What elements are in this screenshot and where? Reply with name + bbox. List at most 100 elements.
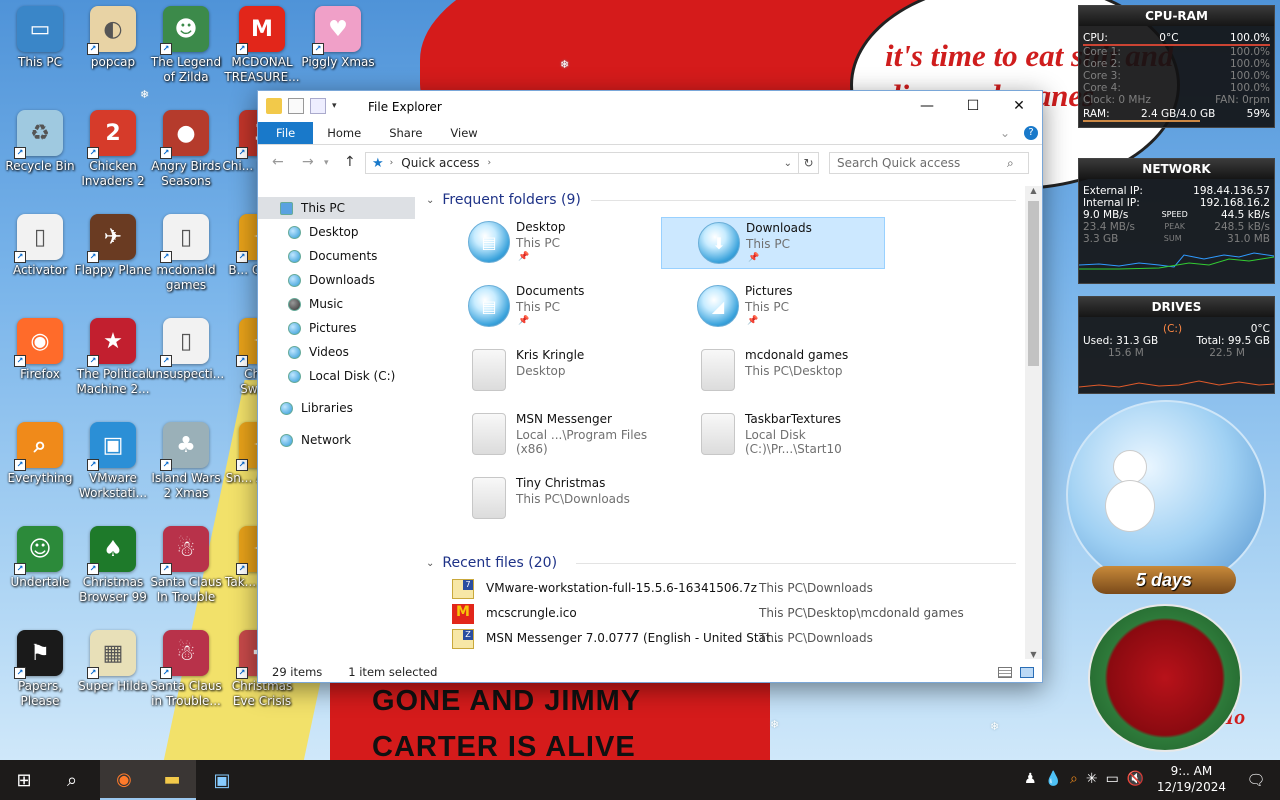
desktop-icon-26[interactable]: ▦ ↗ Super Hilda <box>73 624 153 716</box>
breadcrumb-separator: › <box>389 158 394 168</box>
nav-item-desktop[interactable]: Desktop <box>258 221 415 243</box>
this-pc-icon <box>280 201 293 215</box>
folder-tile[interactable]: ⬇ Downloads This PC 📌 <box>661 217 885 269</box>
desktop-icon-2[interactable]: ☻ ↗ The Legend of Zilda <box>146 0 226 92</box>
taskbar-clock[interactable]: 9:.. AM 12/19/2024 <box>1157 763 1226 795</box>
countdown-banner: 5 days <box>1092 566 1236 594</box>
water-drop-icon[interactable]: 💧 <box>1045 771 1062 787</box>
search-button[interactable]: ⌕ <box>48 760 96 800</box>
scrollbar-thumb[interactable] <box>1028 201 1039 366</box>
back-button[interactable]: ← <box>272 154 284 170</box>
network-icon[interactable]: ▭ <box>1106 771 1119 787</box>
nav-item-network[interactable]: Network <box>258 429 415 451</box>
desktop-icon-7[interactable]: ● ↗ Angry Birds Seasons <box>146 104 226 196</box>
desktop-icon-5[interactable]: ♻ ↗ Recycle Bin <box>0 104 80 196</box>
taskbar-app[interactable]: ▣ <box>198 760 246 800</box>
desktop-icon-22[interactable]: ♠ ↗ Christmas Browser 99 <box>73 520 153 612</box>
pictures-icon <box>288 321 301 335</box>
desktop-icon-17[interactable]: ⌕ ↗ Everything <box>0 416 80 508</box>
wallpaper-shirt-text: GONE AND JIMMY CARTER IS ALIVE <box>372 678 641 770</box>
help-icon[interactable]: ? <box>1024 126 1038 140</box>
desktop-icon-25[interactable]: ⚑ ↗ Papers, Please <box>0 624 80 716</box>
desktop-icon-4[interactable]: ♥ ↗ Piggly Xmas <box>298 0 378 92</box>
nav-item-pictures[interactable]: Pictures <box>258 317 415 339</box>
volume-muted-icon[interactable]: 🔇 <box>1127 771 1144 787</box>
scroll-down-icon[interactable]: ▼ <box>1025 650 1042 659</box>
recent-locations-icon[interactable]: ▾ <box>324 158 329 168</box>
folder-tile[interactable]: ▤ Documents This PC 📌 <box>432 281 656 333</box>
nav-item-downloads[interactable]: Downloads <box>258 269 415 291</box>
scroll-up-icon[interactable]: ▲ <box>1025 186 1042 200</box>
nav-item-music[interactable]: Music <box>258 293 415 315</box>
desktop-icon-23[interactable]: ☃ ↗ Santa Claus In Trouble <box>146 520 226 612</box>
folder-tile[interactable]: TaskbarTextures Local Disk (C:)\Pr...\Sta… <box>661 409 885 461</box>
folder-tile[interactable]: Kris Kringle Desktop <box>432 345 656 397</box>
tab-home[interactable]: Home <box>313 122 375 144</box>
recent-file-row[interactable]: 7 VMware-workstation-full-15.5.6-16341506… <box>448 576 1008 600</box>
core-percent: 100.0% <box>1229 70 1270 82</box>
desktop-icon-11[interactable]: ▯ ↗ mcdonald games <box>146 208 226 300</box>
nav-item-documents[interactable]: Documents <box>258 245 415 267</box>
nav-item-videos[interactable]: Videos <box>258 341 415 363</box>
desktop-icon-14[interactable]: ★ ↗ The Political Machine 2... <box>73 312 153 404</box>
undertale-icon: ☺ ↗ <box>14 526 63 575</box>
local-disk-icon <box>288 369 301 383</box>
breadcrumb[interactable]: Quick access <box>401 156 479 170</box>
taskbar-file-explorer[interactable]: ▬ <box>148 760 196 800</box>
countdown-text: 5 days <box>1135 570 1193 590</box>
ribbon-expand-icon[interactable]: ⌄ <box>1000 122 1020 144</box>
chevron-down-icon[interactable]: ▾ <box>332 98 342 114</box>
desktop-icon-label: Santa Claus In Trouble <box>150 575 222 604</box>
tab-share[interactable]: Share <box>375 122 436 144</box>
tab-view[interactable]: View <box>436 122 491 144</box>
desktop-icon-1[interactable]: ◐ ↗ popcap <box>73 0 153 92</box>
taskbar-firefox[interactable]: ◉ <box>100 760 148 800</box>
nav-item-local-disk-c-[interactable]: Local Disk (C:) <box>258 365 415 387</box>
recent-files-header[interactable]: ⌄ Recent files (20) <box>426 553 1016 573</box>
folder-tile[interactable]: MSN Messenger Local ...\Program Files (x8… <box>432 409 656 461</box>
details-view-icon[interactable] <box>998 667 1012 678</box>
address-dropdown-icon[interactable]: ⌄ <box>784 158 792 169</box>
search-input[interactable] <box>837 156 1007 170</box>
recent-file-row[interactable]: Mmcscrungle.ico This PC\Desktop\mcdonald … <box>448 601 1008 625</box>
folder-tile[interactable]: ▤ Desktop This PC 📌 <box>432 217 656 269</box>
desktop-icon-3[interactable]: M ↗ MCDONAL TREASURE... <box>222 0 302 92</box>
desktop-icon-9[interactable]: ▯ ↗ Activator <box>0 208 80 300</box>
folder-tile[interactable]: mcdonald games This PC\Desktop <box>661 345 885 397</box>
notifications-button[interactable]: 🗨 <box>1232 760 1280 800</box>
nav-item-libraries[interactable]: Libraries <box>258 397 415 419</box>
desktop-icon-27[interactable]: ☃ ↗ Santa Claus in Trouble... <box>146 624 226 716</box>
start-button[interactable]: ⊞ <box>0 760 48 800</box>
folder-tile[interactable]: ◢ Pictures This PC 📌 <box>661 281 885 333</box>
title-bar[interactable]: ▾ File Explorer — ☐ ✕ <box>258 91 1042 123</box>
address-bar[interactable]: ★ › Quick access › ⌄ <box>365 152 799 174</box>
desktop-icon-15[interactable]: ▯ ↗ unsuspecti... <box>146 312 226 404</box>
desktop-icon-21[interactable]: ☺ ↗ Undertale <box>0 520 80 612</box>
forward-button[interactable]: → <box>302 154 314 170</box>
desktop-icon-6[interactable]: 2 ↗ Chicken Invaders 2 <box>73 104 153 196</box>
shortcut-arrow-icon: ↗ <box>87 147 99 159</box>
large-icons-view-icon[interactable] <box>1020 667 1034 678</box>
desktop-icon-19[interactable]: ♣ ↗ Island Wars 2 Xmas <box>146 416 226 508</box>
tab-file[interactable]: File <box>258 122 314 144</box>
desktop-icon-0[interactable]: ▭ This PC <box>0 0 80 92</box>
folder-tile[interactable]: Tiny Christmas This PC\Downloads <box>432 473 656 525</box>
vertical-scrollbar[interactable]: ▲ ▼ <box>1025 186 1042 659</box>
everything-search-icon[interactable]: ⌕ <box>1070 771 1078 787</box>
desktop-icon-13[interactable]: ◉ ↗ Firefox <box>0 312 80 404</box>
close-button[interactable]: ✕ <box>996 91 1042 121</box>
people-icon[interactable]: ♟ <box>1024 771 1037 787</box>
frequent-folders-header[interactable]: ⌄ Frequent folders (9) <box>426 190 1016 210</box>
maximize-button[interactable]: ☐ <box>950 91 996 121</box>
desktop-icon-18[interactable]: ▣ ↗ VMware Workstati... <box>73 416 153 508</box>
nav-item-this-pc[interactable]: This PC <box>258 197 415 219</box>
up-button[interactable]: ↑ <box>344 154 356 170</box>
search-box[interactable]: ⌕ <box>829 152 1029 174</box>
desktop-icon-10[interactable]: ✈ ↗ Flappy Plane <box>73 208 153 300</box>
recent-file-row[interactable]: Z MSN Messenger 7.0.0777 (English - Unite… <box>448 626 1008 650</box>
properties-icon[interactable] <box>288 98 304 114</box>
minimize-button[interactable]: — <box>904 91 950 121</box>
snowflake-tray-icon[interactable]: ✳ <box>1086 771 1098 787</box>
refresh-button[interactable]: ↻ <box>799 152 819 174</box>
new-folder-icon[interactable] <box>310 98 326 114</box>
